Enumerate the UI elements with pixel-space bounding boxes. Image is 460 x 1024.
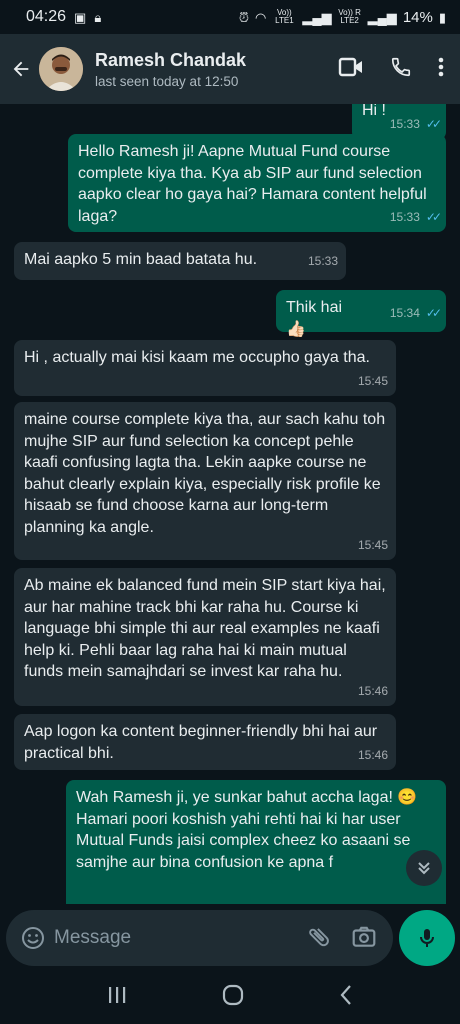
voice-call-button[interactable]: [390, 56, 412, 83]
avatar-image: [39, 47, 83, 91]
message-text: maine course complete kiya tha, aur sach…: [24, 411, 386, 536]
message-meta: 15:34 ✓✓: [389, 303, 442, 325]
network-1-label: Vo)) LTE1: [275, 8, 294, 25]
voice-message-button[interactable]: [399, 910, 455, 966]
chat-header: Ramesh Chandak last seen today at 12:50: [0, 34, 460, 104]
message-meta: 15:46: [358, 745, 388, 767]
message-input[interactable]: [54, 927, 294, 949]
attach-button[interactable]: [306, 924, 332, 955]
message-meta: 15:33 ✓✓: [389, 114, 442, 136]
composer-bar: [0, 910, 460, 970]
message-text: Thik hai 👍🏻: [286, 299, 343, 338]
message-bubble-incoming[interactable]: Mai aapko 5 min baad batata hu. 15:33: [14, 242, 346, 280]
message-meta: 15:33: [308, 251, 338, 273]
scroll-to-bottom-button[interactable]: [406, 850, 442, 886]
lock-icon: 🔒︎: [94, 9, 102, 25]
battery-icon: ▮: [438, 9, 446, 25]
wifi-icon: ◠: [255, 9, 267, 25]
message-text: Mai aapko 5 min baad batata hu.: [24, 251, 258, 268]
message-time: 15:33: [389, 117, 420, 131]
last-seen-status: last seen today at 12:50: [95, 73, 239, 89]
camera-button[interactable]: [351, 924, 377, 955]
message-time: 15:45: [357, 537, 388, 552]
network-2-label: Vo)) R LTE2: [338, 8, 361, 25]
message-time: 15:33: [307, 253, 338, 268]
message-bubble-incoming[interactable]: Aap logon ka content beginner-friendly b…: [14, 714, 396, 770]
message-list[interactable]: Hi ! 15:33 ✓✓ Hello Ramesh ji! Aapne Mutu…: [0, 104, 460, 904]
emoji-icon: [22, 927, 44, 949]
battery-percent: 14%: [402, 8, 433, 26]
signal-2-icon: ▂▄▆: [367, 9, 397, 25]
message-text: Ab maine ek balanced fund mein SIP start…: [24, 577, 386, 680]
message-text: Hi !: [362, 104, 386, 119]
signal-1-icon: ▂▄▆: [302, 9, 332, 25]
message-text: Hi , actually mai kisi kaam me occupho g…: [24, 349, 370, 366]
recent-apps-button[interactable]: [107, 986, 127, 1009]
emoji-button[interactable]: [20, 925, 46, 951]
message-meta: 15:45: [358, 535, 388, 557]
read-ticks-icon: ✓✓: [425, 305, 442, 320]
camera-icon: [352, 926, 376, 947]
message-meta: 15:45: [358, 371, 388, 393]
message-bubble-outgoing[interactable]: Thik hai 👍🏻 15:34 ✓✓: [276, 290, 446, 338]
message-time: 15:46: [357, 747, 388, 762]
more-options-button[interactable]: [438, 56, 444, 83]
message-bubble-incoming[interactable]: Hi , actually mai kisi kaam me occupho g…: [14, 340, 396, 396]
message-bubble-incoming[interactable]: maine course complete kiya tha, aur sach…: [14, 402, 396, 560]
home-button[interactable]: [222, 984, 244, 1011]
status-bar: 04:26 ▣ 🔒︎ ⏰︎ ◠ Vo)) LTE1 ▂▄▆ Vo)) R LTE…: [0, 0, 460, 34]
read-ticks-icon: ✓✓: [425, 209, 442, 224]
message-bubble-outgoing[interactable]: Hello Ramesh ji! Aapne Mutual Fund cours…: [68, 134, 446, 232]
system-navigation-bar: [0, 970, 460, 1024]
message-meta: 15:33 ✓✓: [389, 207, 442, 229]
gallery-icon: ▣: [74, 9, 87, 25]
mic-icon: [420, 929, 434, 947]
back-button[interactable]: [3, 51, 39, 87]
message-bubble-outgoing[interactable]: Wah Ramesh ji, ye sunkar bahut accha lag…: [66, 780, 446, 904]
contact-name: Ramesh Chandak: [95, 49, 247, 70]
message-text: Wah Ramesh ji, ye sunkar bahut accha lag…: [76, 789, 418, 871]
message-time: 15:46: [357, 683, 388, 698]
avatar[interactable]: [39, 47, 83, 91]
contact-info[interactable]: Ramesh Chandak last seen today at 12:50: [95, 50, 246, 89]
double-chevron-down-icon: [418, 862, 430, 875]
home-icon: [222, 984, 244, 1005]
read-ticks-icon: ✓✓: [425, 117, 442, 131]
paperclip-icon: [309, 928, 329, 947]
alarm-icon: ⏰︎: [238, 9, 250, 25]
video-call-icon: [338, 57, 362, 76]
message-time: 15:45: [357, 373, 388, 388]
message-time: 15:34: [389, 305, 420, 320]
arrow-left-icon: [13, 61, 29, 77]
status-time: 04:26: [26, 8, 67, 25]
message-time: 15:33: [389, 209, 420, 224]
phone-icon: [391, 57, 411, 76]
video-call-button[interactable]: [338, 56, 364, 83]
back-nav-button[interactable]: [339, 984, 353, 1011]
chevron-left-icon: [340, 984, 351, 1005]
more-vertical-icon: [438, 57, 444, 76]
message-text: Hello Ramesh ji! Aapne Mutual Fund cours…: [78, 143, 427, 225]
recent-apps-icon: [109, 986, 126, 1003]
message-meta: 15:46: [358, 681, 388, 703]
message-bubble-incoming[interactable]: Ab maine ek balanced fund mein SIP start…: [14, 568, 396, 706]
message-text: Aap logon ka content beginner-friendly b…: [24, 723, 378, 762]
message-input-container: [6, 910, 393, 966]
